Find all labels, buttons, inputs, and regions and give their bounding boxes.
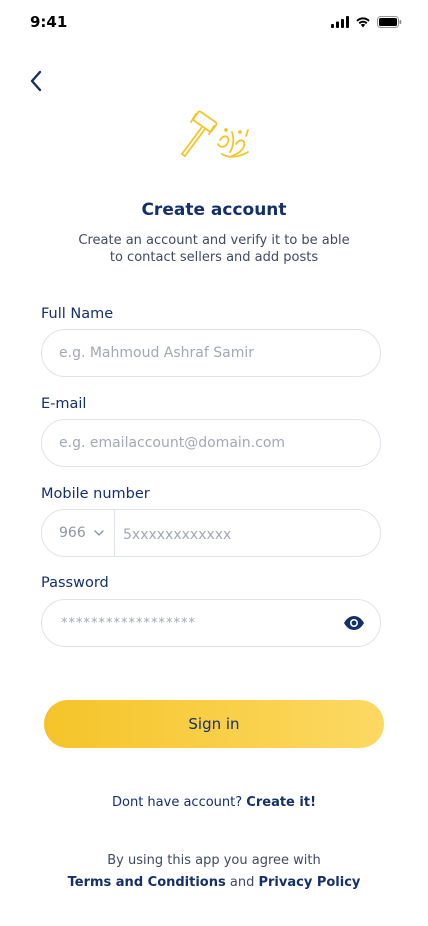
cellular-signal-icon [331, 16, 349, 28]
signup-prompt-row: Dont have account? Create it! [0, 795, 428, 810]
full-name-input[interactable] [42, 345, 380, 361]
sign-in-button[interactable]: Sign in [44, 700, 384, 748]
eye-icon [344, 616, 364, 630]
mobile-field: 966 [41, 509, 381, 557]
full-name-field[interactable] [41, 329, 381, 377]
chevron-down-icon [94, 530, 104, 536]
password-field[interactable]: ****************** [41, 599, 381, 647]
create-account-screen: 9:41 Create account Create an account an… [0, 0, 428, 926]
mobile-input-wrap [115, 524, 380, 543]
email-label: E-mail [41, 396, 87, 412]
privacy-policy-link[interactable]: Privacy Policy [258, 875, 360, 890]
mobile-input[interactable] [115, 526, 380, 543]
status-bar: 9:41 [0, 0, 428, 44]
subtitle-line-2: to contact sellers and add posts [109, 250, 319, 265]
battery-icon [377, 16, 402, 28]
subtitle-line-1: Create an account and verify it to be ab… [78, 233, 350, 248]
show-password-toggle[interactable] [342, 611, 366, 635]
create-account-link[interactable]: Create it! [246, 795, 316, 810]
page-subtitle: Create an account and verify it to be ab… [64, 232, 364, 266]
email-input[interactable] [42, 435, 380, 451]
country-code-select[interactable]: 966 [42, 510, 115, 556]
status-icons [331, 16, 402, 28]
terms-links-row: Terms and Conditions and Privacy Policy [0, 875, 428, 890]
email-field[interactable] [41, 419, 381, 467]
back-button[interactable] [22, 66, 50, 96]
password-input[interactable]: ****************** [42, 616, 342, 631]
mobile-label: Mobile number [41, 486, 150, 502]
signup-prompt-text: Dont have account? [112, 795, 243, 810]
terms-intro: By using this app you agree with [107, 853, 321, 868]
full-name-label: Full Name [41, 306, 114, 322]
password-label: Password [41, 575, 109, 591]
page-title: Create account [141, 200, 287, 220]
terms-and-text: and [229, 875, 255, 890]
status-time: 9:41 [30, 13, 68, 31]
chevron-left-icon [30, 70, 42, 92]
country-code-value: 966 [59, 525, 86, 541]
wifi-icon [356, 17, 370, 28]
app-logo [181, 110, 249, 158]
terms-link[interactable]: Terms and Conditions [68, 875, 226, 890]
